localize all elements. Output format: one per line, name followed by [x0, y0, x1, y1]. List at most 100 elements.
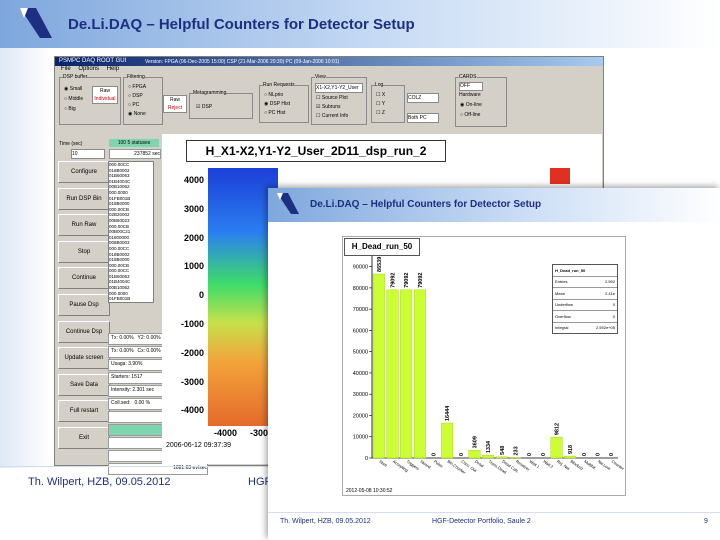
bar-value-label: 16444 [445, 405, 451, 421]
pause-dsp-button[interactable]: Pause Dsp [58, 293, 110, 316]
update-screen-button[interactable]: Update screen [58, 347, 110, 370]
x-category-label: Stored [419, 459, 432, 470]
footer-divider [268, 512, 720, 513]
stat-value: Cx: 0.00% [137, 348, 161, 354]
run-raw-button[interactable]: Run Raw [58, 214, 110, 237]
stop-button[interactable]: Stop [58, 240, 110, 263]
metagramming-label: Metagramming [193, 90, 227, 96]
radio-pc-hist[interactable]: ○ PC Hist [264, 110, 285, 116]
chart-stats-box: H_Dead_run_50 Entries 2.592 Mean 2.41e Underf… [552, 264, 618, 334]
page-number: 9 [704, 518, 708, 525]
raw-reject-box[interactable]: Raw Reject [163, 95, 187, 113]
menu-help[interactable]: Help [107, 66, 119, 72]
checkbox-log-y[interactable]: ☐ Y [376, 101, 385, 107]
cards-label: CARDS [459, 74, 477, 80]
hzb-logo-icon [277, 193, 299, 214]
bar-value-label: 79092 [418, 273, 424, 288]
stats-row: Entries 2.592 [553, 277, 617, 288]
x-category-label: Multihit [583, 459, 597, 471]
heatmap-y-tick: -4000 [180, 405, 204, 416]
radio-none[interactable]: ◉ None [128, 111, 146, 117]
exit-button[interactable]: Exit [58, 426, 110, 449]
metagramming-group: Metagramming ☑ DSP [189, 90, 253, 119]
radio-fpga[interactable]: ○ FPGA [128, 84, 146, 90]
heatmap-timestamp: 2006-06-12 09:37:39 [166, 442, 231, 449]
radio-small[interactable]: ◉ Small [64, 86, 82, 92]
stat-value: 0.00 % [134, 400, 151, 406]
menu-options[interactable]: Options [78, 66, 99, 72]
foreground-slide: De.Li.DAQ – Helpful Counters for Detecto… [268, 188, 720, 540]
stats-row: Overflow 0 [553, 311, 617, 323]
heatmap-y-tick: -2000 [180, 347, 204, 358]
both-pc-select[interactable]: Both PC [407, 113, 439, 123]
hex-counter-values: 000.00CC 018B0002 01B60063 01B4004C 00B10062… [109, 162, 153, 303]
bar [413, 289, 426, 459]
checkbox-meta-dsp[interactable]: ☑ DSP [196, 104, 212, 110]
continue-button[interactable]: Continue [58, 267, 110, 290]
cards-field[interactable]: OFF [459, 82, 483, 91]
configure-button[interactable]: Configure [58, 161, 110, 183]
hex-counter-list[interactable]: 000.00CC 018B0002 01B60063 01B4004C 00B10062… [108, 161, 154, 303]
radio-dsp-hist[interactable]: ◉ DSP Hist [264, 101, 290, 107]
continue-dsp-button[interactable]: Continue Dsp [58, 320, 110, 343]
radio-nlprio[interactable]: ○ NLprio [264, 92, 283, 98]
radio-big[interactable]: ○ Big [64, 106, 76, 112]
version-text: Version: FPGA (06-Dec-2005 15:00) CSP (2… [145, 59, 340, 65]
radio-dsp[interactable]: ○ DSP [128, 93, 143, 99]
stats-key: Underflow [555, 302, 574, 308]
bar-value-label: 0 [527, 453, 533, 456]
radio-offline[interactable]: ○ Off-line [460, 112, 480, 118]
bar-value-label: 9812 [555, 423, 561, 435]
y-tick-label: 60000 [353, 328, 368, 334]
run-dsp-bin-button[interactable]: Run DSP Bin [58, 187, 110, 210]
bar [564, 455, 577, 459]
heatmap-y-tick: 0 [198, 290, 204, 301]
stat-label: Tx: 0.00% [111, 348, 134, 354]
radio-online[interactable]: ◉ On-line [460, 102, 482, 108]
save-data-button[interactable]: Save Data [58, 373, 110, 396]
checkbox-current-info[interactable]: ☐ Current Info [316, 113, 348, 119]
menu-file[interactable]: File [61, 66, 71, 72]
y-tick-label: 10000 [353, 435, 368, 441]
palette-swatch [550, 168, 570, 184]
hzb-logo-icon [20, 8, 52, 38]
checkbox-subruns[interactable]: ☑ Subruns [316, 104, 341, 110]
y-tick-label: 30000 [353, 392, 368, 398]
slide-title: De.Li.DAQ – Helpful Counters for Detecto… [68, 16, 415, 33]
time-field[interactable]: 10 [71, 149, 105, 159]
run-requests-label: Run Requests [263, 82, 295, 88]
bar [550, 436, 563, 459]
bar-value-label: 0 [609, 453, 615, 456]
checkbox-log-z[interactable]: ☐ Z [376, 110, 385, 116]
checkbox-log-x[interactable]: ☐ X [376, 92, 385, 98]
filtering-label: Filtering [127, 74, 145, 80]
radio-middle[interactable]: ○ Middle [64, 96, 83, 102]
stats-row: Mean 2.41e [553, 288, 617, 300]
stats-value: 2.592e+05 [595, 325, 615, 331]
footer-portfolio: HGF-Detector Portfolio, Saule 2 [432, 518, 531, 525]
stat-label: Tx: 0.00% [111, 335, 134, 341]
color-select[interactable]: COLZ [407, 93, 439, 103]
y-tick-label: 0 [365, 456, 368, 462]
stats-value: 2.41e [604, 290, 615, 296]
heatmap-x-tick-1: -4000 [214, 428, 238, 438]
window-title: PSMPC DAQ ROOT GUI [59, 58, 127, 64]
checkbox-source-plot[interactable]: ☐ Source Plot [316, 95, 348, 101]
hex-counter-value: 018B0000 [109, 302, 153, 303]
full-restart-button[interactable]: Full restart [58, 400, 110, 423]
x-category-label: Rej. Not [556, 459, 571, 472]
raw-individual-box[interactable]: Raw Individual [92, 86, 118, 104]
radio-pc[interactable]: ○ PC [128, 102, 139, 108]
filtering-group: Filtering ○ FPGA ○ DSP ○ PC ◉ None [123, 74, 163, 125]
stats-key: Integral [555, 325, 569, 331]
x-category-label: Wait 2 [542, 459, 555, 470]
bar-value-label: 0 [432, 453, 438, 456]
footer-author: Th. Wilpert, HZB, 09.05.2012 [28, 476, 171, 488]
x-category-label: Nw.Lost [597, 459, 612, 472]
bar-value-label: 79092 [391, 273, 397, 288]
x-category-label: Counter [611, 459, 626, 472]
x-category-label: Pulse [433, 459, 445, 469]
stat-label: Starters: 1517 [111, 374, 143, 380]
stats-key: H_Dead_run_50 [555, 267, 586, 273]
view-select[interactable]: X1-X2,Y1-Y2_User [315, 83, 363, 93]
